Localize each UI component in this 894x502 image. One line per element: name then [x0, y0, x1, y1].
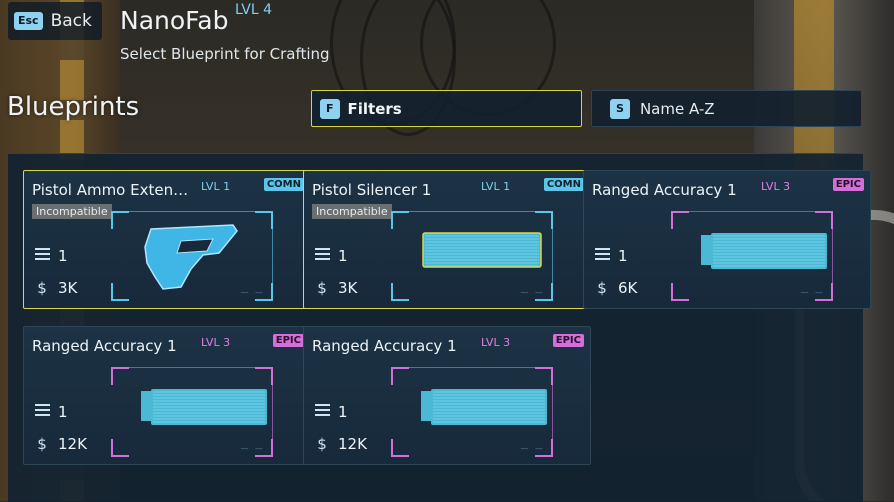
sort-key-hint: S: [610, 98, 630, 119]
price-row: $12K: [314, 435, 367, 453]
item-preview-frame: — —: [111, 367, 273, 457]
page-subtitle: Select Blueprint for Crafting: [120, 45, 330, 63]
filters-button[interactable]: F Filters: [311, 90, 582, 127]
incompatible-badge: Incompatible: [312, 204, 392, 219]
filters-key-hint: F: [320, 98, 340, 119]
stack-icon: [314, 403, 330, 421]
resource-count-row: 1: [34, 403, 68, 421]
resource-count: 1: [338, 403, 348, 421]
price-row: $3K: [314, 279, 357, 297]
credits-icon: $: [317, 279, 327, 297]
blueprint-grid: Pistol Ammo Exten… LVL 1 COMN Incompatible 1…: [8, 153, 871, 502]
frame-ticks: — —: [520, 444, 545, 453]
frame-ticks: — —: [800, 288, 825, 297]
price-value: 3K: [338, 279, 358, 297]
page-title: NanoFab: [120, 6, 229, 35]
back-label: Back: [50, 11, 92, 31]
blueprint-card[interactable]: Ranged Accuracy 1 LVL 3 EPIC 1 $6K — —: [583, 170, 871, 309]
price-row: $3K: [34, 279, 77, 297]
blueprint-name: Pistol Silencer 1: [312, 181, 432, 199]
blueprint-name: Ranged Accuracy 1: [312, 337, 457, 355]
resource-count: 1: [618, 247, 628, 265]
rarity-badge: EPIC: [552, 334, 584, 347]
resource-count-row: 1: [34, 247, 68, 265]
stack-icon-glyph: [314, 404, 330, 417]
stack-icon-glyph: [34, 248, 50, 261]
price-row: $12K: [34, 435, 87, 453]
incompatible-badge: Incompatible: [32, 204, 112, 219]
item-preview-frame: — —: [391, 211, 553, 301]
filters-label: Filters: [347, 99, 402, 118]
resource-count: 1: [338, 247, 348, 265]
item-preview-frame: — —: [671, 211, 833, 301]
rarity-badge: EPIC: [832, 178, 864, 191]
blueprint-name: Ranged Accuracy 1: [592, 181, 737, 199]
resource-count: 1: [58, 403, 68, 421]
blueprint-level: LVL 3: [761, 180, 791, 193]
credits-icon: $: [37, 279, 47, 297]
credits-icon: $: [37, 435, 47, 453]
esc-key-hint: Esc: [14, 12, 43, 30]
stack-icon: [34, 403, 50, 421]
sort-label: Name A-Z: [639, 99, 715, 118]
section-title: Blueprints: [7, 92, 140, 122]
blueprint-name: Pistol Ammo Exten…: [32, 181, 189, 199]
frame-ticks: — —: [520, 288, 545, 297]
back-button[interactable]: Esc Back: [8, 2, 102, 40]
stack-icon: [34, 247, 50, 265]
stack-icon: [594, 247, 610, 265]
rarity-badge: COMN: [543, 178, 584, 191]
price-row: $6K: [594, 279, 637, 297]
resource-count: 1: [58, 247, 68, 265]
frame-ticks: — —: [240, 288, 265, 297]
blueprint-card[interactable]: Pistol Ammo Exten… LVL 1 COMN Incompatible 1…: [23, 170, 311, 309]
blueprint-level: LVL 3: [481, 336, 511, 349]
blueprint-level: LVL 1: [481, 180, 511, 193]
price-value: 12K: [58, 435, 87, 453]
stack-icon-glyph: [594, 248, 610, 261]
sort-button[interactable]: S Name A-Z: [591, 90, 862, 127]
resource-count-row: 1: [314, 403, 348, 421]
blueprint-name: Ranged Accuracy 1: [32, 337, 177, 355]
blueprint-card[interactable]: Ranged Accuracy 1 LVL 3 EPIC 1 $12K — —: [23, 326, 311, 465]
stack-icon-glyph: [314, 248, 330, 261]
blueprint-card[interactable]: Ranged Accuracy 1 LVL 3 EPIC 1 $12K — —: [303, 326, 591, 465]
item-preview-frame: — —: [111, 211, 273, 301]
blueprint-level: LVL 3: [201, 336, 231, 349]
resource-count-row: 1: [594, 247, 628, 265]
price-value: 6K: [618, 279, 638, 297]
station-level: LVL 4: [235, 2, 272, 18]
credits-icon: $: [317, 435, 327, 453]
stack-icon: [314, 247, 330, 265]
blueprint-card[interactable]: Pistol Silencer 1 LVL 1 COMN Incompatible 1 $…: [303, 170, 591, 309]
item-preview-frame: — —: [391, 367, 553, 457]
frame-ticks: — —: [240, 444, 265, 453]
price-value: 12K: [338, 435, 367, 453]
credits-icon: $: [597, 279, 607, 297]
price-value: 3K: [58, 279, 78, 297]
stack-icon-glyph: [34, 404, 50, 417]
rarity-badge: EPIC: [272, 334, 304, 347]
blueprint-level: LVL 1: [201, 180, 231, 193]
resource-count-row: 1: [314, 247, 348, 265]
rarity-badge: COMN: [263, 178, 304, 191]
